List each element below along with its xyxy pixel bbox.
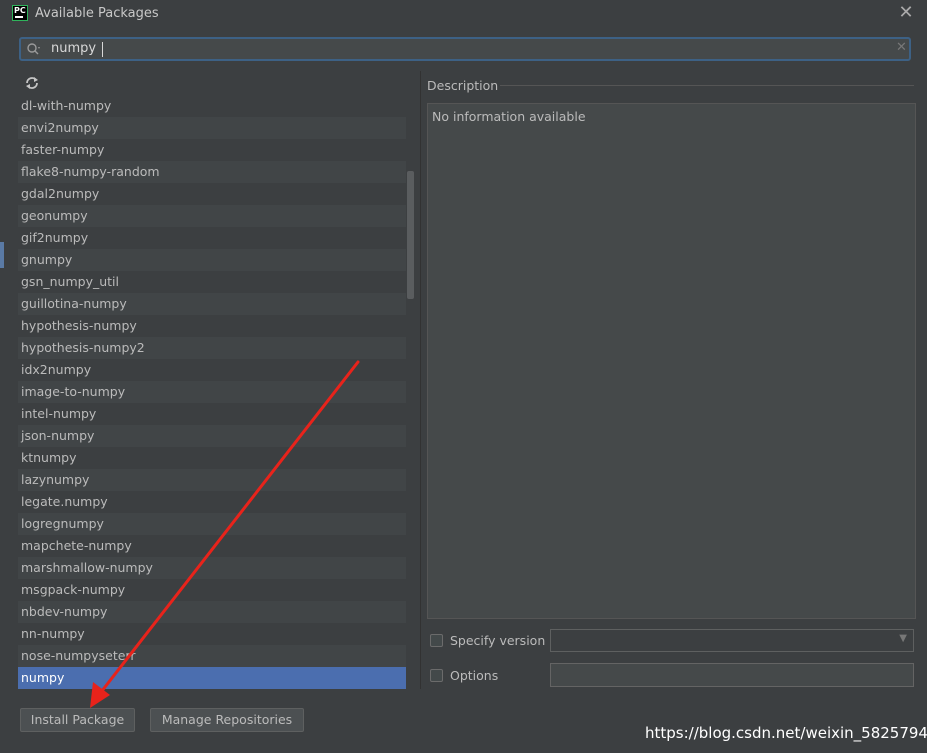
manage-repositories-button[interactable]: Manage Repositories [150,708,304,732]
list-item[interactable]: marshmallow-numpy [18,557,406,579]
description-separator [500,85,914,86]
list-item[interactable]: guillotina-numpy [18,293,406,315]
clear-search-icon[interactable]: ✕ [896,40,907,55]
list-item[interactable]: nn-numpy [18,623,406,645]
options-field[interactable] [550,663,914,687]
list-item[interactable]: gnumpy [18,249,406,271]
background-window-edge [0,242,4,268]
list-item[interactable]: json-numpy [18,425,406,447]
description-label: Description [427,78,499,93]
search-icon[interactable] [26,42,42,56]
splitter[interactable] [420,71,421,689]
options-checkbox[interactable] [430,669,443,682]
text-caret [102,42,103,57]
list-item[interactable]: nbdev-numpy [18,601,406,623]
package-list[interactable]: dl-with-numpy envi2numpy faster-numpy flake… [18,95,416,689]
app-icon-text: PC [14,6,26,15]
list-item[interactable]: geonumpy [18,205,406,227]
list-item[interactable]: idx2numpy [18,359,406,381]
list-item[interactable]: hypothesis-numpy2 [18,337,406,359]
window-title: Available Packages [35,6,159,21]
list-item[interactable]: dl-with-numpy [18,95,406,117]
pycharm-logo-icon: PC [12,5,28,21]
package-list-panel: dl-with-numpy envi2numpy faster-numpy flake… [18,71,416,689]
specify-version-checkbox[interactable] [430,634,443,647]
install-package-button[interactable]: Install Package [20,708,135,732]
options-label[interactable]: Options [450,668,498,683]
version-dropdown[interactable]: ▼ [550,629,914,652]
list-item[interactable]: numpy [18,667,406,689]
list-item[interactable]: gdal2numpy [18,183,406,205]
title-bar: PC Available Packages ✕ [0,0,927,28]
list-item[interactable]: envi2numpy [18,117,406,139]
list-scrollbar[interactable] [407,171,414,299]
list-item[interactable]: image-to-numpy [18,381,406,403]
list-item[interactable]: msgpack-numpy [18,579,406,601]
list-toolbar [18,71,416,95]
list-item[interactable]: lazynumpy [18,469,406,491]
list-item[interactable]: legate.numpy [18,491,406,513]
search-input[interactable]: numpy [51,41,96,56]
refresh-icon[interactable] [24,75,40,91]
description-panel: No information available [427,103,916,619]
list-item[interactable]: hypothesis-numpy [18,315,406,337]
list-item[interactable]: faster-numpy [18,139,406,161]
search-field[interactable]: numpy ✕ [19,37,911,61]
list-item[interactable]: flake8-numpy-random [18,161,406,183]
close-icon[interactable]: ✕ [897,4,915,22]
list-item[interactable]: mapchete-numpy [18,535,406,557]
description-text: No information available [432,109,586,124]
list-item[interactable]: logregnumpy [18,513,406,535]
watermark: https://blog.csdn.net/weixin_58257948 [645,724,927,742]
list-item[interactable]: gsn_numpy_util [18,271,406,293]
list-item[interactable]: intel-numpy [18,403,406,425]
list-item[interactable]: gif2numpy [18,227,406,249]
specify-version-label[interactable]: Specify version [450,633,545,648]
chevron-down-icon[interactable]: ▼ [899,633,907,644]
list-item[interactable]: nose-numpyseterr [18,645,406,667]
list-item[interactable]: ktnumpy [18,447,406,469]
